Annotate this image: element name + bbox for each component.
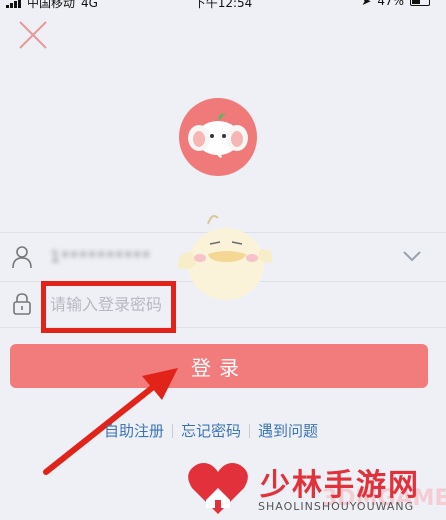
status-bar: 中国移动 4G 下午12:54 ➤ 47% bbox=[0, 0, 446, 10]
watermark-subtitle: SHAOLINSHOUYOUWANG bbox=[258, 500, 415, 513]
close-button[interactable] bbox=[18, 20, 48, 50]
watermark: 3DMGAME 少林手游网 SHAOLINSHOUYOUWANG bbox=[186, 456, 446, 520]
forgot-password-link[interactable]: 忘记密码 bbox=[173, 420, 249, 441]
chevron-down-icon[interactable] bbox=[402, 249, 422, 263]
duck-mascot-icon bbox=[177, 215, 273, 300]
battery-label: 47% bbox=[377, 0, 404, 8]
elephant-logo-icon bbox=[188, 113, 248, 158]
location-icon: ➤ bbox=[361, 0, 372, 8]
status-right: ➤ 47% bbox=[361, 0, 430, 8]
lock-icon bbox=[13, 293, 31, 315]
password-highlight-box bbox=[41, 281, 176, 333]
close-icon bbox=[19, 21, 47, 49]
problem-link[interactable]: 遇到问题 bbox=[250, 420, 326, 441]
user-icon bbox=[12, 246, 32, 269]
username-field[interactable]: 1********** bbox=[50, 247, 151, 266]
watermark-title: 少林手游网 bbox=[260, 468, 420, 503]
login-button[interactable]: 登录 bbox=[10, 344, 428, 388]
app-avatar bbox=[179, 98, 257, 176]
battery-icon bbox=[410, 0, 430, 6]
help-links: 自助注册 忘记密码 遇到问题 bbox=[96, 420, 326, 441]
register-link[interactable]: 自助注册 bbox=[96, 420, 172, 441]
heart-house-logo-icon bbox=[188, 463, 248, 514]
